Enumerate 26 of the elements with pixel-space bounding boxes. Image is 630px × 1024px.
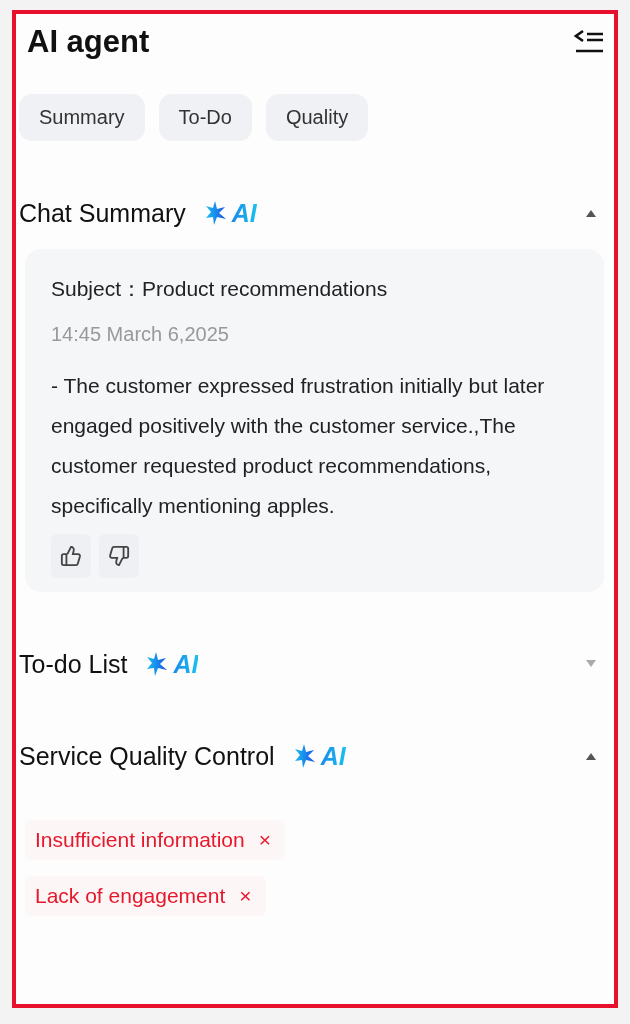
tag-label: Lack of engagement — [35, 884, 226, 908]
thumbs-up-icon — [60, 545, 82, 567]
section-title: Chat Summary — [19, 198, 186, 228]
thumbs-up-button[interactable] — [51, 534, 91, 578]
ai-label: AI — [173, 649, 199, 679]
tag-label: Insufficient information — [35, 828, 245, 852]
tab[interactable]: Quality — [265, 94, 369, 141]
summary-time: 14:45 March 6,2025 — [51, 323, 230, 346]
summary-subject: Subject：Product recommendations — [51, 276, 389, 302]
sparkle-icon — [203, 200, 228, 226]
ai-label: AI — [320, 741, 346, 771]
section-title: Service Quality Control — [19, 741, 275, 771]
collapse-menu-icon[interactable] — [574, 28, 604, 54]
section-title: To-do List — [19, 649, 128, 679]
tab[interactable]: To-Do — [158, 94, 252, 141]
caret-up-icon[interactable] — [584, 751, 598, 761]
panel-title: AI agent — [27, 23, 150, 61]
ai-label: AI — [231, 198, 257, 228]
tab[interactable]: Summary — [19, 94, 145, 141]
remove-tag-button[interactable]: × — [239, 884, 252, 908]
sparkle-icon — [292, 743, 317, 769]
thumbs-down-button[interactable] — [99, 534, 139, 578]
caret-up-icon[interactable] — [584, 208, 598, 218]
remove-tag-button[interactable]: × — [258, 828, 271, 852]
thumbs-down-icon — [108, 545, 130, 567]
summary-text: - The customer expressed frustration initially but later engaged positively with the customer service.,The customer requested product recommendations, specifically mentioning apples. — [51, 373, 546, 519]
